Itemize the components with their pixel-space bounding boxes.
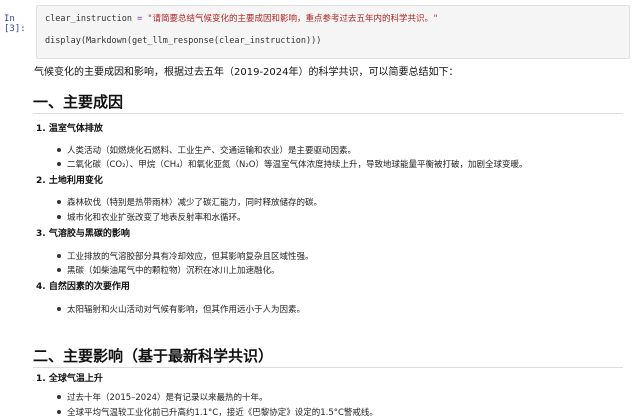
- bullet-icon: [57, 268, 61, 272]
- subheading: 3. 气溶胶与黑碳的影响: [36, 229, 130, 239]
- code-variable: clear_instruction: [45, 14, 132, 24]
- list-item: 太阳辐射和火山活动对气候有影响，但其作用远小于人为因素。: [57, 303, 305, 315]
- cell-prompt: In [3]:: [4, 14, 26, 34]
- bullet-icon: [57, 307, 61, 311]
- code-line-1: clear_instruction = "请简要总结气候变化的主要成因和影响，重…: [45, 13, 619, 26]
- section-divider: [33, 113, 623, 114]
- list-item: 二氧化碳（CO₂）、甲烷（CH₄）和氧化亚氮（N₂O）等温室气体浓度持续上升，导…: [57, 158, 527, 170]
- list-item: 黑碳（如柴油尾气中的颗粒物）沉积在冰川上加速融化。: [57, 264, 280, 276]
- section-heading-causes: 一、主要成因: [33, 93, 124, 111]
- output-intro: 气候变化的主要成因和影响，根据过去五年（2019-2024年）的科学共识，可以简…: [34, 67, 459, 78]
- list-item: 森林砍伐（特别是热带雨林）减少了碳汇能力，同时释放储存的碳。: [57, 196, 322, 208]
- section-divider: [33, 367, 623, 368]
- bullet-icon: [57, 215, 61, 219]
- bullet-icon: [57, 162, 61, 166]
- subheading: 4. 自然因素的次要作用: [36, 282, 130, 292]
- code-line-2: display(Markdown(get_llm_response(clear_…: [45, 36, 322, 46]
- bullet-icon: [57, 395, 61, 399]
- bullet-icon: [57, 410, 61, 414]
- list-item: 全球平均气温较工业化前已升高约1.1°C，接近《巴黎协定》设定的1.5°C警戒线…: [57, 406, 378, 418]
- bullet-icon: [57, 148, 61, 152]
- list-item: 工业排放的气溶胶部分具有冷却效应，但其影响复杂且区域性强。: [57, 250, 314, 262]
- section-heading-impacts: 二、主要影响（基于最新科学共识）: [33, 347, 274, 365]
- subheading: 1. 全球气温上升: [36, 374, 103, 384]
- code-cell-input[interactable]: clear_instruction = "请简要总结气候变化的主要成因和影响，重…: [36, 5, 630, 59]
- subheading: 2. 土地利用变化: [36, 176, 103, 186]
- bullet-icon: [57, 200, 61, 204]
- list-item: 城市化和农业扩张改变了地表反射率和水循环。: [57, 211, 246, 223]
- code-string: "请简要总结气候变化的主要成因和影响，重点参考过去五年内的科学共识。": [147, 14, 439, 24]
- code-operator: =: [132, 14, 148, 24]
- bullet-icon: [57, 254, 61, 258]
- list-item: 人类活动（如燃烧化石燃料、工业生产、交通运输和农业）是主要驱动因素。: [57, 144, 356, 156]
- subheading: 1. 温室气体排放: [36, 124, 103, 134]
- list-item: 过去十年（2015–2024）是有记录以来最热的十年。: [57, 391, 268, 403]
